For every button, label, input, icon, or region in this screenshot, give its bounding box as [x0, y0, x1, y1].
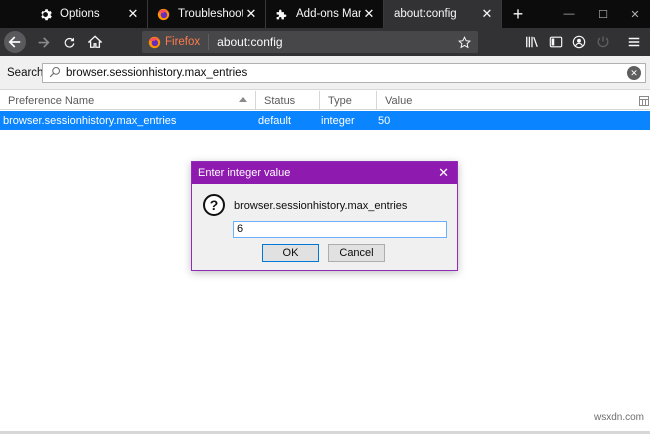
tab-label: about:config — [394, 8, 457, 20]
search-label: Search: — [7, 66, 47, 79]
search-row: Search: browser.sessionhistory.max_entri… — [0, 56, 650, 90]
account-icon[interactable] — [567, 28, 591, 56]
url-bar[interactable]: Firefox about:config — [142, 31, 478, 53]
identity-box[interactable]: Firefox — [142, 34, 210, 50]
cell-value: 50 — [378, 115, 391, 127]
clear-search-icon[interactable]: ✕ — [627, 66, 641, 80]
question-icon: ? — [203, 194, 225, 216]
tab-about-config[interactable]: about:config ✕ — [384, 0, 502, 28]
search-input[interactable]: browser.sessionhistory.max_entries ✕ — [42, 63, 646, 83]
forward-button[interactable] — [30, 29, 56, 55]
integer-prompt-dialog: Enter integer value ✕ ? browser.sessionh… — [191, 161, 458, 271]
window-close-button[interactable]: ✕ — [618, 0, 650, 28]
new-tab-button[interactable]: + — [504, 0, 532, 28]
column-header-type[interactable]: Type — [320, 91, 377, 110]
column-header-value[interactable]: Value — [377, 91, 638, 110]
watermark: wsxdn.com — [593, 412, 644, 423]
column-header-status[interactable]: Status — [256, 91, 320, 110]
reload-icon — [64, 37, 74, 48]
table-header: Preference Name Status Type Value — [0, 91, 650, 110]
tabstrip-spacer — [0, 0, 30, 28]
cancel-button[interactable]: Cancel — [328, 244, 385, 262]
firefox-icon — [148, 36, 161, 48]
dialog-title: Enter integer value — [198, 167, 291, 179]
cell-type: integer — [321, 115, 355, 127]
menu-icon[interactable] — [622, 28, 646, 56]
tab-close-icon[interactable]: ✕ — [479, 6, 495, 22]
sort-ascending-icon — [239, 97, 247, 102]
home-button[interactable] — [82, 29, 108, 55]
tab-troubleshooting[interactable]: Troubleshooting I ✕ — [148, 0, 266, 28]
tab-addons-manager[interactable]: Add-ons Manager ✕ — [266, 0, 384, 28]
dialog-close-icon[interactable]: ✕ — [438, 165, 449, 181]
column-picker-icon[interactable] — [638, 91, 650, 110]
home-icon — [88, 35, 102, 48]
dialog-message: browser.sessionhistory.max_entries — [234, 200, 408, 212]
tab-label: Options — [60, 8, 100, 20]
back-arrow-icon — [8, 36, 21, 48]
identity-label: Firefox — [165, 36, 201, 48]
dialog-titlebar: Enter integer value ✕ — [192, 162, 457, 184]
url-text[interactable]: about:config — [217, 35, 454, 49]
tab-label: Troubleshooting I — [178, 8, 243, 20]
tab-close-icon[interactable]: ✕ — [125, 6, 141, 22]
bookmark-star-icon[interactable] — [454, 35, 474, 49]
cell-status: default — [258, 115, 292, 127]
power-icon[interactable] — [591, 28, 615, 56]
table-row[interactable]: browser.sessionhistory.max_entries defau… — [0, 111, 650, 130]
minimize-button[interactable]: — — [552, 0, 586, 28]
tab-close-icon[interactable]: ✕ — [361, 6, 377, 22]
puzzle-icon — [274, 7, 288, 21]
tab-label: Add-ons Manager — [296, 8, 361, 20]
forward-arrow-icon — [38, 36, 50, 48]
sidebar-icon[interactable] — [544, 28, 568, 56]
column-header-preference-name[interactable]: Preference Name — [0, 91, 256, 110]
back-button[interactable] — [4, 31, 26, 53]
gear-icon — [38, 7, 52, 21]
cell-preference-name: browser.sessionhistory.max_entries — [3, 115, 177, 127]
tab-options[interactable]: Options ✕ — [30, 0, 148, 28]
integer-value-input[interactable]: 6 — [233, 221, 447, 238]
reload-button[interactable] — [56, 29, 82, 55]
search-value[interactable]: browser.sessionhistory.max_entries — [66, 67, 627, 79]
tab-close-icon[interactable]: ✕ — [243, 6, 259, 22]
search-icon — [49, 66, 61, 81]
maximize-button[interactable]: ☐ — [586, 0, 620, 28]
firefox-icon — [156, 7, 170, 21]
ok-button[interactable]: OK — [262, 244, 319, 262]
library-icon[interactable] — [520, 28, 544, 56]
